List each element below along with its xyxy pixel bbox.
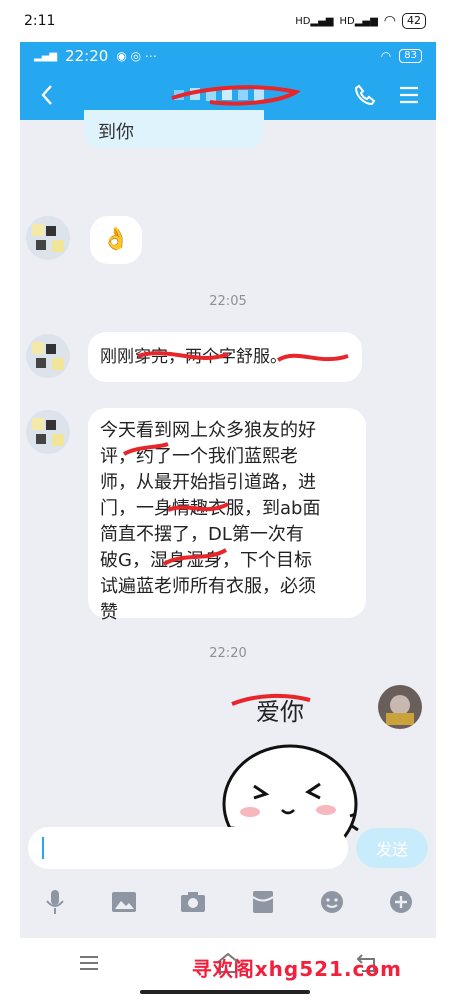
message-bubble-long: 今天看到网上众多狼友的好 评，约了一个我们蓝熙老 师，从最开始指引道路，进 门，…: [88, 408, 366, 623]
message-input[interactable]: [28, 827, 348, 869]
phone-icon[interactable]: [350, 80, 380, 110]
camera-icon[interactable]: [178, 887, 208, 917]
back-icon[interactable]: [32, 80, 62, 110]
message-line: 赞: [100, 602, 118, 623]
contact-name-redacted: [170, 82, 302, 108]
watermark-text: 寻欢阁xhg521.com: [191, 957, 402, 981]
message-list[interactable]: 到你 👌 22:05 刚刚穿完，两个字舒服。 今天看到网上众多狼友的好 评，约了…: [20, 110, 436, 864]
signal-icon: HD▂▄▆: [295, 15, 334, 27]
device-status-bar: 2:11 HD▂▄▆ HD▂▄▆ ◠ 42: [0, 0, 450, 42]
message-bubble-partial: 到你: [84, 110, 264, 148]
input-toolbar: [20, 876, 436, 928]
signal-icon: ▂▄▆: [34, 50, 58, 62]
contact-avatar[interactable]: [26, 334, 70, 378]
device-status-icons: HD▂▄▆ HD▂▄▆ ◠ 42: [295, 13, 426, 29]
timestamp: 22:20: [209, 646, 247, 661]
chat-screenshot: ▂▄▆ 22:20 ◉ ◎ ⋯ ◠ 83 到你 👌 22:05 刚刚穿完，两个字…: [20, 42, 436, 938]
red-packet-icon[interactable]: [248, 887, 278, 917]
emoji-icon[interactable]: [317, 887, 347, 917]
mic-icon[interactable]: [40, 887, 70, 917]
app-status-bar: ▂▄▆ 22:20 ◉ ◎ ⋯ ◠ 83: [20, 42, 436, 70]
battery-indicator: 83: [399, 49, 422, 63]
contact-avatar[interactable]: [26, 410, 70, 454]
menu-icon[interactable]: [74, 948, 104, 978]
device-time: 2:11: [24, 13, 56, 29]
redaction-scribble: [123, 442, 229, 566]
home-indicator[interactable]: [140, 990, 310, 994]
text-caret: [42, 837, 44, 859]
ok-hand-emoji: 👌: [102, 227, 130, 252]
wifi-icon: ◠: [383, 13, 396, 29]
composer-bar: 发送: [20, 820, 436, 876]
wifi-icon: ◠: [380, 49, 392, 63]
plus-icon[interactable]: [386, 887, 416, 917]
notification-icon: ◉ ◎ ⋯: [116, 49, 157, 63]
message-bubble: 刚刚穿完，两个字舒服。: [88, 332, 362, 382]
my-avatar[interactable]: [378, 685, 422, 729]
image-icon[interactable]: [109, 887, 139, 917]
app-time: 22:20: [65, 47, 109, 65]
redaction-scribble: [137, 351, 349, 362]
message-bubble-emoji: 👌: [90, 216, 142, 264]
signal-icon-2: HD▂▄▆: [339, 15, 378, 27]
menu-icon[interactable]: [394, 80, 424, 110]
message-text: 到你: [98, 122, 134, 143]
battery-indicator: 42: [402, 13, 426, 29]
timestamp: 22:05: [209, 294, 247, 309]
contact-avatar[interactable]: [26, 216, 70, 260]
send-button[interactable]: 发送: [356, 828, 428, 868]
